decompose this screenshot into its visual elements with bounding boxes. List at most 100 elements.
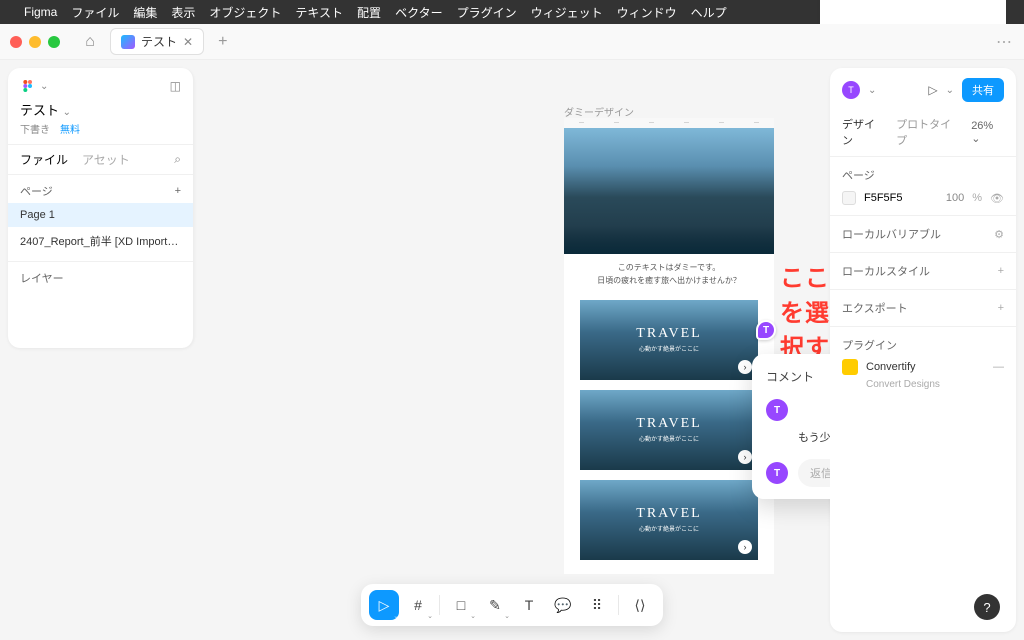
section-plugin: プラグイン <box>842 337 1004 353</box>
titlebar: ⌂ テスト ✕ + ⋯ <box>0 24 1024 60</box>
bg-opacity[interactable]: 100 <box>946 192 964 204</box>
menu-arrange[interactable]: 配置 <box>357 4 381 21</box>
design-frame[interactable]: —————— このテキストはダミーです。 日頃の疲れを癒す旅へ出かけませんか？ … <box>564 118 774 574</box>
menu-file[interactable]: ファイル <box>71 4 119 21</box>
comment-message: もう少し明るくしてください <box>752 425 830 453</box>
section-page: ページ <box>842 167 1004 183</box>
tab-file[interactable]: ファイル <box>20 151 68 168</box>
bottom-toolbar: ▷⌄ #⌄ □⌄ ✎⌄ T 💬 ⠿ ⟨⟩ <box>361 584 663 626</box>
menu-widgets[interactable]: ウィジェット <box>531 4 603 21</box>
close-tab-icon[interactable]: ✕ <box>183 35 193 49</box>
figma-logo-icon[interactable] <box>20 78 36 94</box>
tab-prototype[interactable]: プロトタイプ <box>896 116 959 148</box>
card-arrow-icon: › <box>738 360 752 374</box>
card-1: TRAVEL 心動かす絶景がここに › <box>580 300 758 380</box>
menu-view[interactable]: 表示 <box>171 4 195 21</box>
user-avatar[interactable]: T <box>842 81 860 99</box>
share-button[interactable]: 共有 <box>962 78 1004 102</box>
settings-icon[interactable]: ⚙ <box>994 228 1004 241</box>
comment-tool[interactable]: 💬 <box>548 590 578 620</box>
menu-help[interactable]: ヘルプ <box>691 4 727 21</box>
minimize-window[interactable] <box>29 36 41 48</box>
card-subtitle: 心動かす絶景がここに <box>639 524 699 533</box>
add-page-icon[interactable]: + <box>175 185 181 197</box>
traffic-lights <box>10 36 60 48</box>
titlebar-more-icon[interactable]: ⋯ <box>996 32 1014 52</box>
plus-icon[interactable]: + <box>998 265 1004 277</box>
bluetooth-icon[interactable]: ⚼ <box>909 0 917 7</box>
chevron-down-icon[interactable]: ⌄ <box>946 85 954 96</box>
card-subtitle: 心動かす絶景がここに <box>639 434 699 443</box>
design-nav: —————— <box>564 118 774 128</box>
tab-name: テスト <box>141 33 177 50</box>
visibility-icon[interactable]: 👁 <box>990 192 1004 205</box>
menu-plugins[interactable]: プラグイン <box>457 4 517 21</box>
comment-time: 4日前 <box>798 403 830 418</box>
pages-label: ページ <box>20 183 53 199</box>
dummy-text: このテキストはダミーです。 日頃の疲れを癒す旅へ出かけませんか？ <box>564 254 774 296</box>
menu-object[interactable]: オブジェクト <box>209 4 281 21</box>
close-window[interactable] <box>10 36 22 48</box>
actions-tool[interactable]: ⠿ <box>582 590 612 620</box>
comment-header-label: コメント <box>766 368 814 385</box>
collapse-panel-icon[interactable]: ◫ <box>170 79 181 93</box>
card-arrow-icon: › <box>738 540 752 554</box>
text-tool[interactable]: T <box>514 590 544 620</box>
section-local-variables[interactable]: ローカルバリアブル <box>842 226 941 242</box>
search-icon[interactable]: ⌕ <box>174 152 181 167</box>
menu-text[interactable]: テキスト <box>295 4 343 21</box>
tab-design[interactable]: デザイン <box>842 116 884 148</box>
file-subtitle: 下書き 無料 <box>8 121 193 144</box>
maximize-window[interactable] <box>48 36 60 48</box>
mac-menubar: Figma ファイル 編集 表示 オブジェクト テキスト 配置 ベクター プラグ… <box>0 0 1024 24</box>
menu-vector[interactable]: ベクター <box>395 4 443 21</box>
new-tab-button[interactable]: + <box>212 33 233 51</box>
menu-edit[interactable]: 編集 <box>133 4 157 21</box>
bg-color-value[interactable]: F5F5F5 <box>864 192 903 204</box>
file-tab[interactable]: テスト ✕ <box>110 28 204 55</box>
section-export[interactable]: エクスポート <box>842 300 908 316</box>
chevron-down-icon[interactable]: ⌄ <box>868 85 876 96</box>
plugin-subtitle: Convert Designs <box>842 379 1004 390</box>
figma-file-icon <box>121 35 135 49</box>
card-title: TRAVEL <box>636 326 701 342</box>
help-button[interactable]: ? <box>974 594 1000 620</box>
section-local-styles[interactable]: ローカルスタイル <box>842 263 930 279</box>
frame-label[interactable]: ダミーデザイン <box>564 104 634 119</box>
tab-asset[interactable]: アセット <box>82 151 130 168</box>
plugin-remove-icon[interactable]: — <box>993 361 1004 373</box>
file-title[interactable]: テスト ⌄ <box>8 100 193 121</box>
layers-label: レイヤー <box>20 270 64 286</box>
card-2: TRAVEL 心動かす絶景がここに › <box>580 390 758 470</box>
page-item-1[interactable]: Page 1 <box>8 203 193 227</box>
left-panel: ⌄ ◫ テスト ⌄ 下書き 無料 ファイル アセット ⌕ ページ + Page … <box>8 68 194 348</box>
frame-tool[interactable]: #⌄ <box>403 590 433 620</box>
hero-image <box>564 128 774 254</box>
home-button[interactable]: ⌂ <box>78 30 102 54</box>
present-button[interactable]: ▷ <box>928 83 937 97</box>
zoom-level[interactable]: 26% ⌄ <box>971 120 1004 145</box>
menu-window[interactable]: ウィンドウ <box>617 4 677 21</box>
bg-color-swatch[interactable] <box>842 191 856 205</box>
comment-pin[interactable]: T <box>756 320 776 340</box>
card-arrow-icon: › <box>738 450 752 464</box>
card-title: TRAVEL <box>636 506 701 522</box>
right-panel: T ⌄ ▷ ⌄ 共有 デザイン プロトタイプ 26% ⌄ ページ F5F5F5 … <box>830 68 1016 632</box>
menu-app[interactable]: Figma <box>24 5 57 19</box>
plugin-icon <box>842 359 858 375</box>
comment-popup: コメント ⋯ ✓ ✕ T 4日前 ⋯ もう少し明るくしてください T 返信 <box>752 354 830 499</box>
card-3: TRAVEL 心動かす絶景がここに › <box>580 480 758 560</box>
shape-tool[interactable]: □⌄ <box>446 590 476 620</box>
plugin-name[interactable]: Convertify <box>866 361 916 373</box>
move-tool[interactable]: ▷⌄ <box>369 590 399 620</box>
pen-tool[interactable]: ✎⌄ <box>480 590 510 620</box>
plus-icon[interactable]: + <box>998 302 1004 314</box>
chevron-down-icon[interactable]: ⌄ <box>40 81 48 92</box>
figma-window: ⌂ テスト ✕ + ⋯ ⌄ ◫ テスト ⌄ 下書き 無料 ファイル アセット ⌕… <box>0 24 1024 640</box>
comment-avatar: T <box>766 399 788 421</box>
reply-input[interactable]: 返信 <box>798 459 830 487</box>
card-title: TRAVEL <box>636 416 701 432</box>
dev-mode-tool[interactable]: ⟨⟩ <box>625 590 655 620</box>
page-item-2[interactable]: 2407_Report_前半 [XD Import] (30-Ju... <box>8 227 193 255</box>
canvas[interactable]: ダミーデザイン —————— このテキストはダミーです。 日頃の疲れを癒す旅へ出… <box>194 60 830 640</box>
